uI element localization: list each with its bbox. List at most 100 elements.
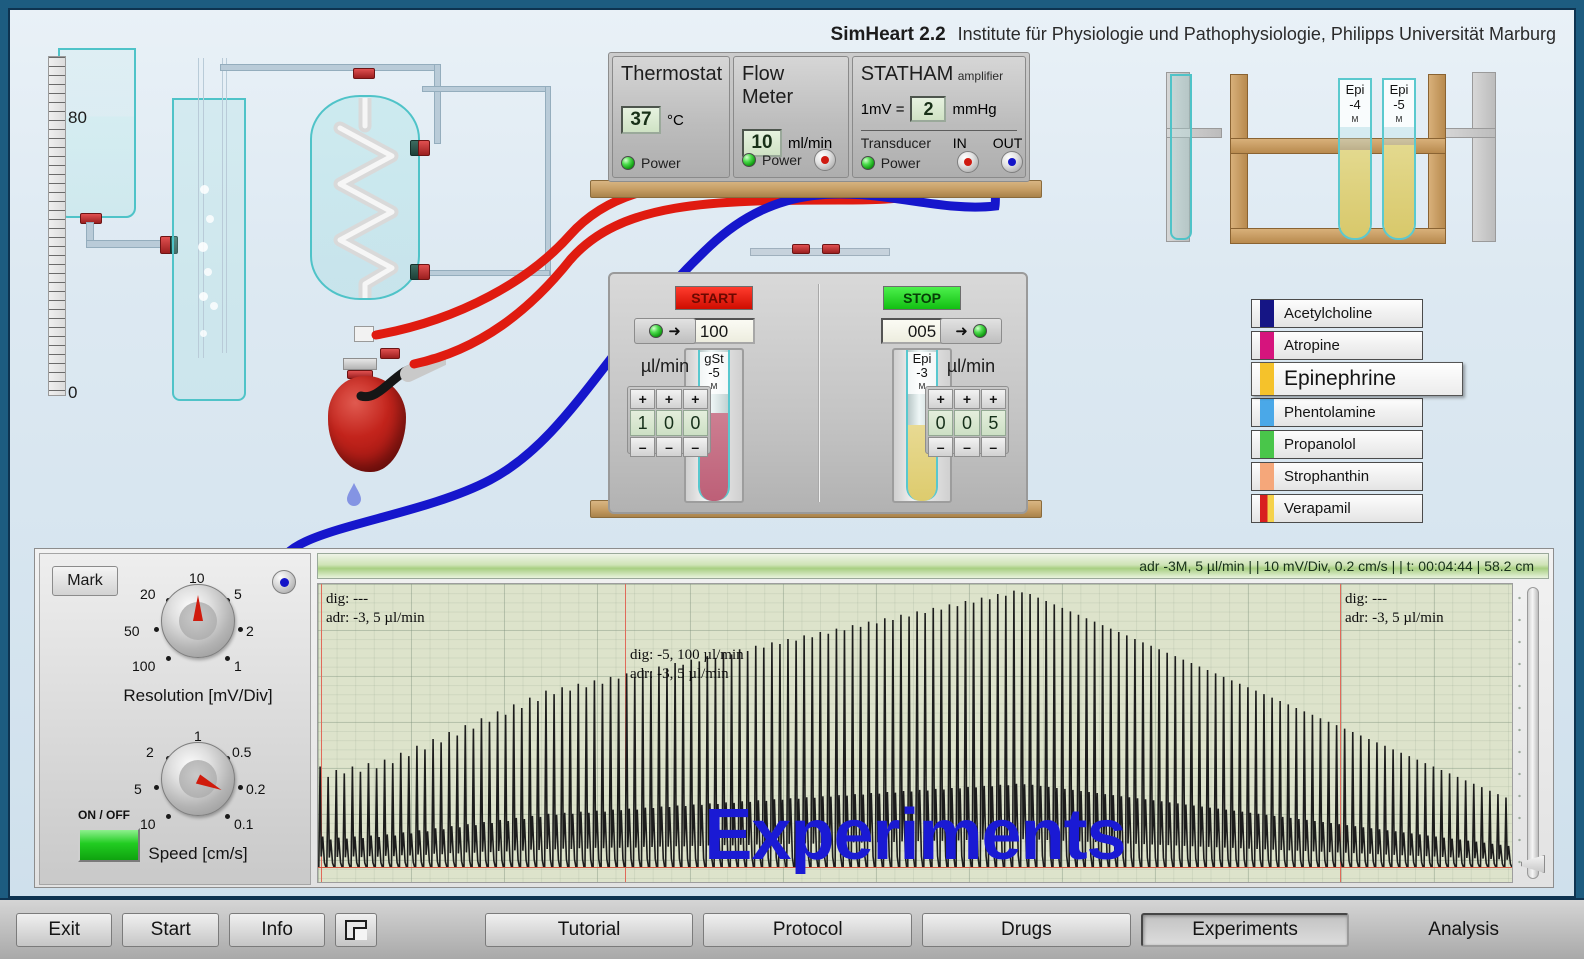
statham-gain-value[interactable]: 2: [910, 96, 947, 122]
heat-exchanger-coil: [333, 98, 399, 298]
pump-right-unit: µl/min: [946, 356, 996, 376]
window-button[interactable]: [335, 912, 377, 947]
pump-start-button[interactable]: START: [675, 286, 753, 310]
drug-color-swatch: [1260, 495, 1274, 522]
digit-minus-3[interactable]: –: [980, 437, 1006, 457]
exchanger-return-bottom: [426, 270, 550, 276]
rack-post-left: [1230, 74, 1248, 244]
res-tick-label-20: 20: [140, 586, 156, 602]
digit-minus-1[interactable]: –: [928, 437, 954, 457]
pump-right-digit-stepper[interactable]: + + + 0 0 5 – – –: [925, 386, 1009, 457]
effluent-drop: [347, 483, 361, 506]
digit-plus-2[interactable]: +: [954, 389, 980, 409]
annotation-left-line1: dig: ---: [326, 591, 369, 607]
slider-ticks: [1515, 587, 1524, 879]
speed-knob-needle: [195, 774, 224, 795]
pump-right-led-icon: [972, 324, 987, 338]
trace-baseline: [318, 867, 1512, 868]
digit-value-3: 5: [980, 410, 1006, 436]
flowmeter-power-row[interactable]: Power: [742, 149, 840, 171]
ruler-label-bottom: 0: [68, 383, 78, 402]
title-bar: SimHeart 2.2 Institute für Physiologie u…: [831, 24, 1556, 46]
pump-manifold-clamp-left[interactable]: [792, 244, 810, 254]
aortic-cannula: [354, 326, 374, 342]
start-button[interactable]: Start: [122, 912, 219, 947]
power-led-icon: [860, 156, 875, 170]
test-tube-epi-5[interactable]: Epi -5 M: [1382, 78, 1416, 240]
test-tube-epi-4[interactable]: Epi -4 M: [1338, 78, 1372, 240]
spd-tick-label-2: 2: [146, 744, 154, 760]
digit-value-2: 0: [954, 410, 980, 436]
resolution-knob[interactable]: [161, 584, 235, 658]
simulation-canvas: SimHeart 2.2 Institute für Physiologie u…: [8, 8, 1576, 898]
exit-button[interactable]: Exit: [16, 912, 113, 947]
tutorial-button[interactable]: Tutorial: [484, 912, 694, 947]
protocol-button[interactable]: Protocol: [703, 912, 913, 947]
pump-left-direction-button[interactable]: ➜: [634, 318, 696, 344]
pump-right: STOP 005 Epi -3 M ➜ µl/min + + + 0 0 5 –…: [818, 274, 1026, 512]
pump-stop-button[interactable]: STOP: [883, 286, 961, 310]
drug-item-atropine[interactable]: Atropine: [1251, 331, 1423, 360]
exchanger-port-upper-red[interactable]: [418, 140, 430, 156]
pump-left-digit-stepper[interactable]: + + + 1 0 0 – – –: [627, 386, 711, 457]
transducer-in-jack[interactable]: [956, 151, 979, 173]
drug-item-epinephrine[interactable]: Epinephrine: [1251, 362, 1463, 396]
drugs-button[interactable]: Drugs: [922, 912, 1131, 947]
info-button[interactable]: Info: [228, 912, 326, 947]
annotation-middle: dig: -5, 100 µl/min adr: -3, 5 µl/min: [630, 646, 744, 684]
digit-minus-3[interactable]: –: [682, 437, 708, 457]
digit-plus-3[interactable]: +: [980, 389, 1006, 409]
annotation-right-line2: adr: -3, 5 µl/min: [1345, 610, 1444, 626]
instrument-bench: [590, 180, 1042, 198]
statham-power-row[interactable]: Power: [860, 151, 1023, 173]
onoff-switch[interactable]: [78, 828, 140, 862]
digit-minus-2[interactable]: –: [954, 437, 980, 457]
pump-manifold-clamp-right[interactable]: [822, 244, 840, 254]
digit-plus-3[interactable]: +: [682, 389, 708, 409]
mark-button[interactable]: Mark: [52, 566, 118, 596]
slider-track[interactable]: [1527, 587, 1539, 879]
window-icon: [345, 919, 368, 940]
statham-title: STATHAM: [860, 63, 954, 85]
pump-top-manifold: [750, 248, 890, 256]
spd-tick-label-5: 5: [134, 781, 142, 797]
thermostat-unit: °C: [667, 111, 684, 129]
thermostat-power-row[interactable]: Power: [621, 155, 721, 171]
pump-left-led-icon: [649, 324, 664, 338]
digit-value-2: 0: [656, 410, 682, 436]
flowmeter-output-jack[interactable]: [813, 149, 836, 171]
trace-canvas[interactable]: dig: --- adr: -3, 5 µl/min dig: -5, 100 …: [317, 583, 1513, 883]
bubble-6: [210, 302, 218, 310]
exchanger-top-clamp[interactable]: [353, 68, 375, 79]
instrument-cluster: Thermostat 37 °C Power Flow Meter 10 ml/…: [608, 52, 1030, 182]
digit-plus-2[interactable]: +: [656, 389, 682, 409]
drug-item-phentolamine[interactable]: Phentolamine: [1251, 398, 1423, 427]
spd-tick-label-02: 0.2: [246, 781, 266, 797]
amplitude-slider[interactable]: [1515, 583, 1545, 883]
speed-knob[interactable]: [161, 742, 235, 816]
digit-plus-1[interactable]: +: [928, 389, 954, 409]
drug-item-propanolol[interactable]: Propanolol: [1251, 430, 1423, 459]
drug-item-verapamil[interactable]: Verapamil: [1251, 494, 1423, 523]
annotation-left: dig: --- adr: -3, 5 µl/min: [326, 590, 425, 628]
drug-label: Atropine: [1284, 337, 1340, 354]
stand-right-arm: [1442, 128, 1496, 138]
drug-item-acetylcholine[interactable]: Acetylcholine: [1251, 299, 1423, 328]
drug-color-swatch: [1260, 431, 1274, 458]
statham-divider: [860, 130, 1017, 131]
transducer-out-jack[interactable]: [1000, 151, 1023, 173]
horizontal-feed-tube: [86, 240, 168, 248]
experiments-button[interactable]: Experiments: [1140, 912, 1350, 947]
pressure-trace: [318, 584, 1512, 882]
pump-right-direction-button[interactable]: ➜: [940, 318, 1002, 344]
digit-minus-2[interactable]: –: [656, 437, 682, 457]
speed-knob-group: 1 0.5 0.2 0.1 10 5 2 Speed [cm/s]: [118, 728, 278, 863]
column-top-tube-v: [434, 64, 441, 144]
annotation-middle-line2: adr: -3, 5 µl/min: [630, 666, 729, 682]
exchanger-port-lower-red[interactable]: [418, 264, 430, 280]
digit-minus-1[interactable]: –: [630, 437, 656, 457]
digit-plus-1[interactable]: +: [630, 389, 656, 409]
annotation-right: dig: --- adr: -3, 5 µl/min: [1345, 590, 1444, 628]
analysis-button[interactable]: Analysis: [1359, 913, 1568, 947]
drug-item-strophanthin[interactable]: Strophanthin: [1251, 462, 1423, 491]
